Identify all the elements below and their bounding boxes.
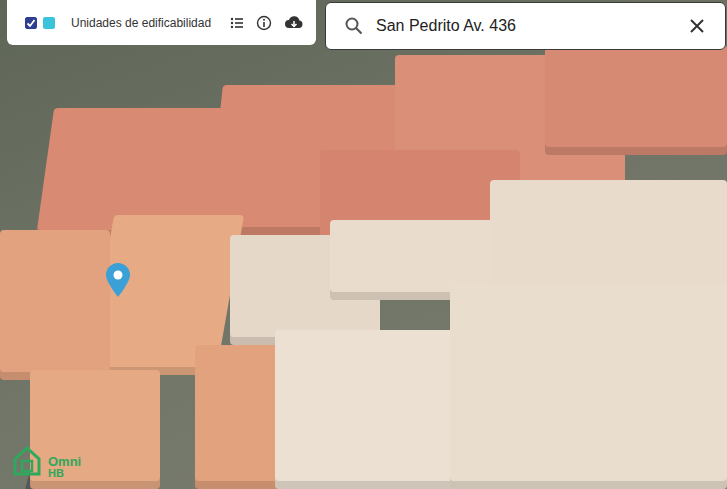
cloud-download-icon[interactable] bbox=[284, 15, 304, 31]
logo[interactable]: OmniHB bbox=[12, 445, 81, 479]
layer-color-swatch[interactable] bbox=[43, 17, 55, 29]
building-volume[interactable] bbox=[545, 45, 727, 155]
search-icon bbox=[344, 16, 364, 36]
layer-panel: Unidades de edificabilidad bbox=[7, 0, 316, 45]
search-input[interactable]: San Pedrito Av. 436 bbox=[376, 17, 677, 35]
building-volume[interactable] bbox=[0, 230, 110, 380]
logo-name: Omni bbox=[48, 455, 81, 468]
house-logo-icon bbox=[12, 445, 42, 477]
close-icon[interactable] bbox=[689, 18, 705, 34]
search-box[interactable]: San Pedrito Av. 436 bbox=[325, 2, 726, 50]
info-icon[interactable] bbox=[256, 15, 272, 31]
building-volume[interactable] bbox=[450, 285, 727, 489]
map-canvas[interactable] bbox=[0, 0, 727, 489]
building-volume[interactable] bbox=[490, 180, 727, 300]
list-icon[interactable] bbox=[230, 16, 244, 30]
location-pin-icon[interactable] bbox=[104, 262, 132, 298]
layer-label: Unidades de edificabilidad bbox=[71, 16, 218, 30]
check-icon bbox=[26, 18, 36, 28]
building-volume[interactable] bbox=[275, 330, 475, 489]
layer-checkbox[interactable] bbox=[25, 17, 37, 29]
map-screen: Unidades de edificabilidad San Pedrito Av… bbox=[0, 0, 727, 489]
logo-sub: HB bbox=[48, 468, 81, 479]
